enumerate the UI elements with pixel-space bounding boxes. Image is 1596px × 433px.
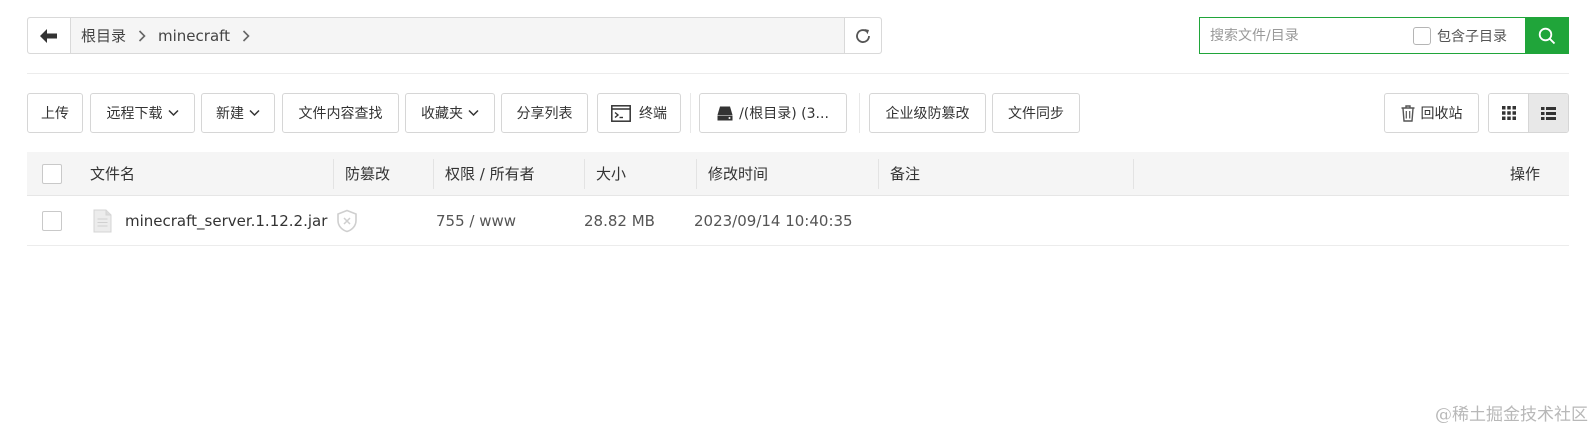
column-separator [1133, 152, 1134, 195]
checkbox[interactable] [1413, 26, 1431, 45]
column-header-ops-label: 操作 [1509, 165, 1540, 183]
breadcrumb: 根目录 minecraft [71, 18, 844, 53]
recycle-bin-button[interactable]: 回收站 [1384, 93, 1479, 133]
column-header-mtime[interactable]: 修改时间 [696, 152, 768, 195]
favorites-label: 收藏夹 [421, 106, 463, 122]
column-header-ops: 操作 [1510, 152, 1540, 195]
upload-label: 上传 [41, 106, 69, 122]
checkbox[interactable] [42, 163, 62, 184]
terminal-button[interactable]: 终端 [597, 93, 681, 133]
column-header-note-label: 备注 [890, 165, 921, 183]
chevron-down-icon [167, 109, 179, 117]
column-header-name-label: 文件名 [90, 165, 136, 183]
search-box: 包含子目录 [1199, 17, 1569, 54]
list-view-button[interactable] [1528, 94, 1568, 132]
breadcrumb-item-minecraft[interactable]: minecraft [158, 27, 230, 45]
tamper-proof-label: 企业级防篡改 [885, 106, 970, 122]
arrow-left-icon [40, 28, 57, 43]
file-size: 28.82 MB [584, 212, 655, 230]
content-search-label: 文件内容查找 [298, 106, 383, 122]
select-all-checkbox[interactable] [42, 152, 62, 195]
column-header-tamper-label: 防篡改 [345, 165, 391, 183]
content-search-button[interactable]: 文件内容查找 [282, 93, 399, 133]
search-input[interactable] [1200, 18, 1405, 53]
column-header-mtime-label: 修改时间 [708, 165, 769, 183]
divider [27, 73, 1569, 74]
back-button[interactable] [28, 18, 71, 53]
include-subdir-label: 包含子目录 [1437, 28, 1507, 45]
chevron-down-icon [468, 109, 479, 117]
recycle-bin-label: 回收站 [1420, 106, 1463, 122]
disk-select-button[interactable]: /(根目录) (3... [699, 93, 847, 133]
list-icon [1541, 106, 1556, 120]
toolbar-separator [859, 93, 860, 133]
column-header-name[interactable]: 文件名 [90, 152, 135, 195]
terminal-label: 终端 [639, 106, 667, 122]
file-sync-button[interactable]: 文件同步 [992, 93, 1080, 133]
chevron-down-icon [249, 109, 260, 117]
column-header-tamper: 防篡改 [333, 152, 390, 195]
toolbar-separator [690, 93, 691, 133]
search-button[interactable] [1525, 17, 1569, 54]
view-toggle [1488, 93, 1569, 133]
refresh-button[interactable] [844, 18, 881, 53]
checkbox[interactable] [42, 211, 62, 231]
trash-icon [1401, 104, 1414, 122]
breadcrumb-item-root[interactable]: 根目录 [81, 25, 126, 46]
file-permission[interactable]: 755 / www [436, 197, 516, 245]
chevron-right-icon [138, 29, 146, 42]
file-name[interactable]: minecraft_server.1.12.2.jar [125, 197, 327, 245]
table-row[interactable]: minecraft_server.1.12.2.jar 755 / www 28… [27, 197, 1569, 246]
address-bar: 根目录 minecraft [27, 17, 882, 54]
file-mtime: 2023/09/14 10:40:35 [694, 212, 853, 230]
disk-label: /(根目录) (3... [739, 106, 829, 122]
new-button[interactable]: 新建 [201, 93, 275, 133]
file-icon [93, 197, 112, 245]
grid-view-button[interactable] [1489, 94, 1528, 132]
file-table-header: 文件名 防篡改 权限 / 所有者 大小 修改时间 备注 操作 [27, 152, 1569, 196]
file-sync-label: 文件同步 [1008, 106, 1064, 122]
new-label: 新建 [216, 106, 244, 122]
column-header-note: 备注 [878, 152, 920, 195]
chevron-right-icon [242, 29, 250, 42]
hard-disk-icon [717, 106, 733, 120]
remote-download-button[interactable]: 远程下载 [90, 93, 195, 133]
column-header-permission-label: 权限 / 所有者 [445, 165, 535, 183]
row-checkbox[interactable] [42, 197, 62, 245]
watermark: @稀土掘金技术社区 [1435, 405, 1588, 425]
column-header-permission[interactable]: 权限 / 所有者 [433, 152, 535, 195]
include-subdir-checkbox[interactable]: 包含子目录 [1413, 26, 1507, 46]
tamper-proof-button[interactable]: 企业级防篡改 [869, 93, 986, 133]
tamper-shield-icon[interactable] [336, 197, 358, 245]
column-header-size-label: 大小 [596, 165, 627, 183]
upload-button[interactable]: 上传 [27, 93, 83, 133]
remote-download-label: 远程下载 [106, 106, 163, 122]
column-header-size[interactable]: 大小 [584, 152, 626, 195]
refresh-icon [856, 28, 870, 43]
share-list-button[interactable]: 分享列表 [501, 93, 588, 133]
share-list-label: 分享列表 [516, 106, 573, 122]
grid-icon [1501, 106, 1516, 120]
favorites-button[interactable]: 收藏夹 [405, 93, 495, 133]
terminal-icon [611, 104, 631, 122]
search-icon [1538, 27, 1556, 44]
